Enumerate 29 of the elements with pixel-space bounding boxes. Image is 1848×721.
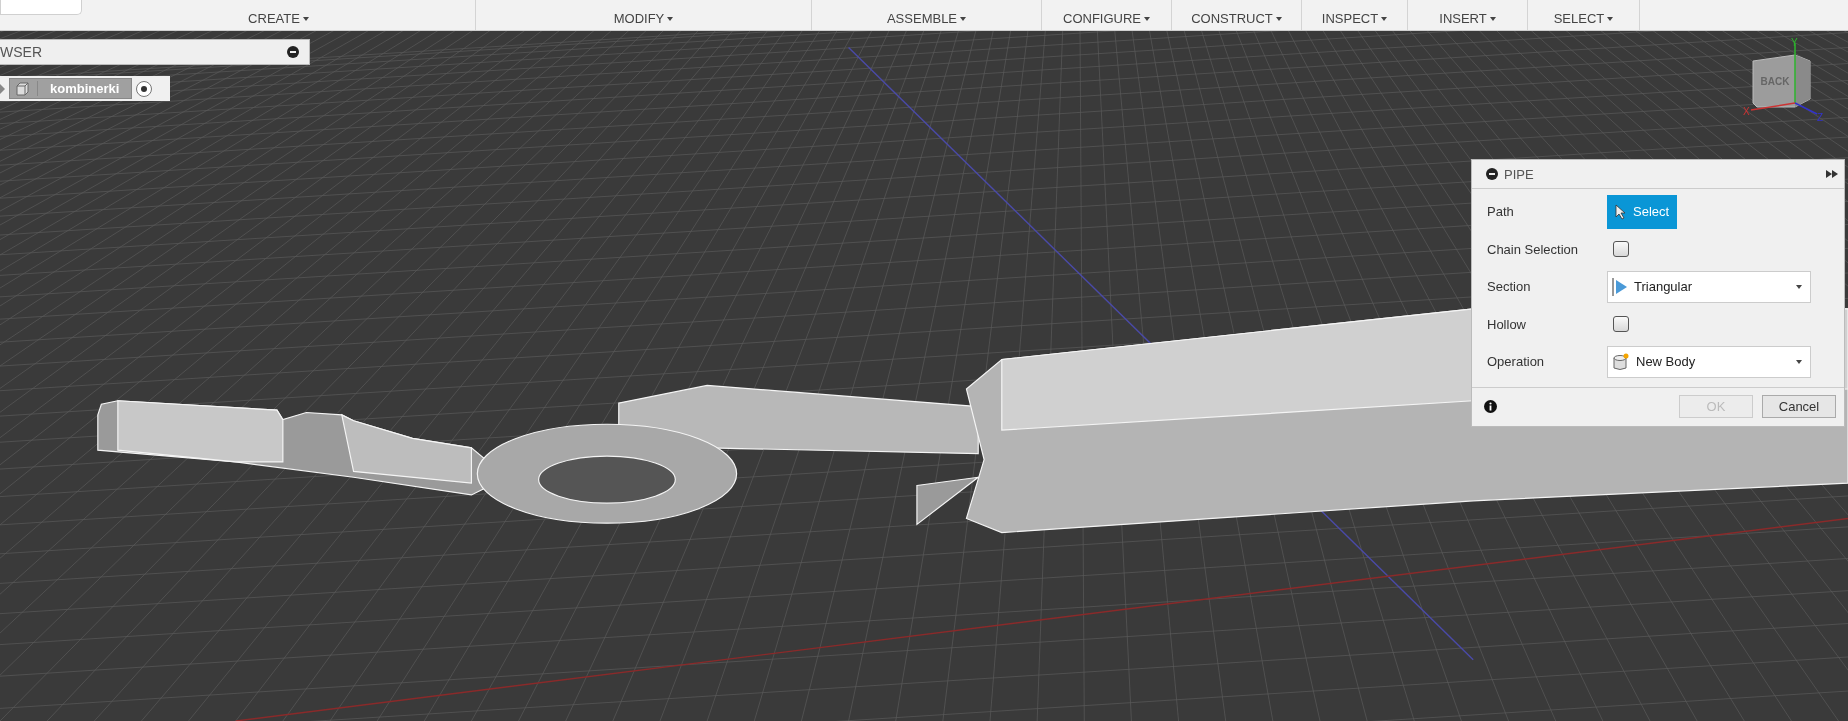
dialog-title: PIPE: [1504, 166, 1534, 182]
cursor-icon: [1615, 203, 1627, 220]
box-icon: [15, 81, 29, 96]
dropdown-field[interactable]: New Body: [1607, 345, 1811, 378]
triangle-icon: [1612, 277, 1628, 296]
toolbar-menu[interactable]: INSERT: [1437, 11, 1498, 26]
double-arrow-icon[interactable]: [1826, 170, 1838, 178]
toolbar-menu[interactable]: CONFIGURE: [1061, 11, 1152, 26]
field-label: Chain Selection: [1487, 241, 1580, 257]
field-label: Path: [1487, 204, 1515, 220]
field-label: Hollow: [1487, 316, 1527, 332]
dropdown-field[interactable]: Triangular: [1607, 270, 1811, 303]
radio-icon[interactable]: [136, 80, 153, 97]
collapse-icon[interactable]: [287, 46, 299, 58]
field-label: Operation: [1487, 354, 1546, 370]
field-label: Section: [1487, 279, 1532, 295]
checkbox[interactable]: [1613, 241, 1629, 258]
panel-title: WSER: [0, 44, 42, 60]
toolbar-menu[interactable]: MODIFY: [611, 11, 676, 26]
toolbar-menu[interactable]: CREATE: [246, 11, 311, 26]
toolbar-menu[interactable]: INSPECT: [1319, 11, 1390, 26]
toolbar-menu[interactable]: ASSEMBLE: [884, 11, 969, 26]
dialog-button[interactable]: Cancel: [1762, 395, 1836, 418]
toolbar-menu[interactable]: SELECT: [1551, 11, 1616, 26]
checkbox[interactable]: [1613, 316, 1629, 333]
cylinder-icon: [1612, 352, 1630, 371]
toolbar-menu[interactable]: CONSTRUCT: [1189, 11, 1284, 26]
collapse-icon[interactable]: [1486, 168, 1498, 180]
info-icon[interactable]: [1484, 400, 1497, 413]
